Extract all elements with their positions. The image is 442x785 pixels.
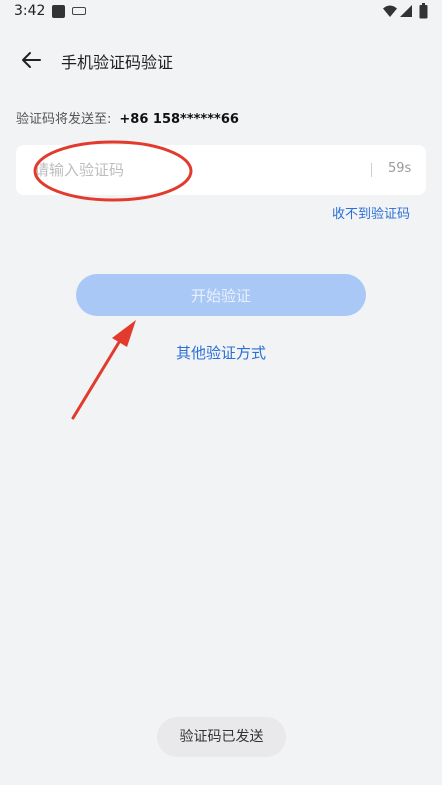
no-code-received-link[interactable]: 收不到验证码 — [332, 203, 410, 222]
signal-icon — [400, 5, 412, 17]
code-input-container: 59s — [16, 145, 426, 195]
masked-phone-number: +86 158******66 — [119, 112, 239, 127]
start-verify-button[interactable]: 开始验证 — [76, 274, 366, 316]
resend-countdown: 59s — [388, 161, 412, 176]
page-title: 手机验证码验证 — [61, 53, 174, 72]
back-arrow-icon[interactable] — [20, 50, 42, 70]
toast-message: 验证码已发送 — [157, 717, 286, 757]
annotation-arrow — [71, 320, 136, 420]
keyboard-icon — [72, 7, 86, 15]
status-bar: 3:42 — [0, 0, 442, 24]
send-info-label: 验证码将发送至: — [16, 112, 112, 127]
input-divider — [371, 163, 372, 177]
wifi-icon — [383, 5, 397, 17]
battery-icon — [419, 3, 428, 19]
notification-app-icon — [52, 5, 65, 18]
status-time: 3:42 — [14, 3, 46, 19]
send-info: 验证码将发送至: +86 158******66 — [16, 108, 239, 127]
other-verify-methods-link[interactable]: 其他验证方式 — [0, 342, 442, 363]
verification-code-input[interactable] — [34, 145, 354, 195]
